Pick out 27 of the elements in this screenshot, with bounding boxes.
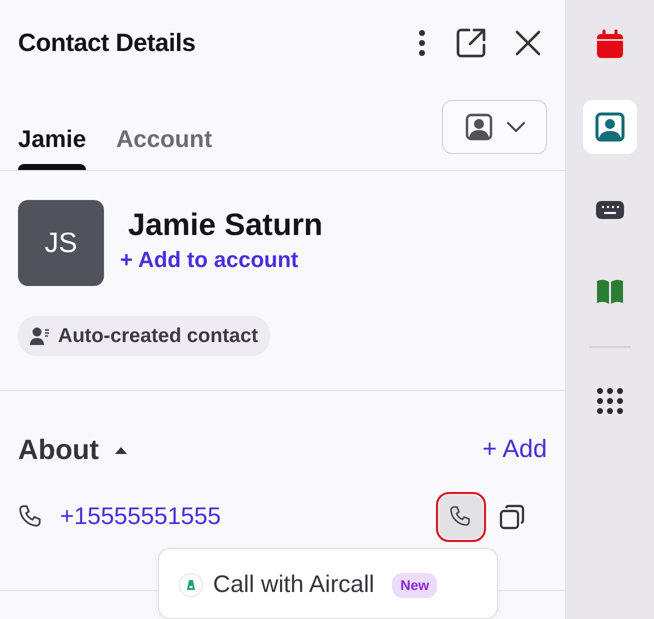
app-logo-icon	[179, 573, 203, 597]
new-badge: New	[392, 572, 438, 598]
more-icon	[417, 29, 427, 57]
chevron-down-icon	[506, 122, 524, 132]
chip-label: Auto-created contact	[58, 324, 258, 349]
panel-title: Contact Details	[18, 28, 196, 58]
tab[interactable]: Account	[116, 100, 212, 170]
phone-number-link[interactable]: +15555551555	[60, 499, 221, 535]
menu-item[interactable]: Call with Aircall New	[179, 567, 438, 603]
person-list-icon	[30, 327, 50, 345]
external-link-icon	[455, 27, 487, 59]
rail-button[interactable]	[583, 100, 637, 154]
view-dropdown-button[interactable]	[442, 100, 547, 154]
tab[interactable]: Jamie	[18, 100, 86, 170]
add-to-account-link[interactable]: + Add to account	[120, 243, 298, 276]
close-icon	[515, 30, 541, 56]
contact-card-icon	[464, 113, 492, 141]
contact-card-icon	[594, 111, 626, 143]
apps-grid-icon	[594, 385, 626, 417]
call-button[interactable]	[439, 495, 483, 539]
add-link[interactable]: + Add	[482, 431, 547, 469]
calendar-icon	[594, 29, 626, 61]
copy-icon	[499, 504, 525, 530]
phone-icon	[449, 505, 473, 529]
about-section-toggle[interactable]: About	[18, 429, 127, 471]
contact-name: Jamie Saturn	[128, 206, 323, 244]
avatar: JS	[18, 200, 104, 286]
